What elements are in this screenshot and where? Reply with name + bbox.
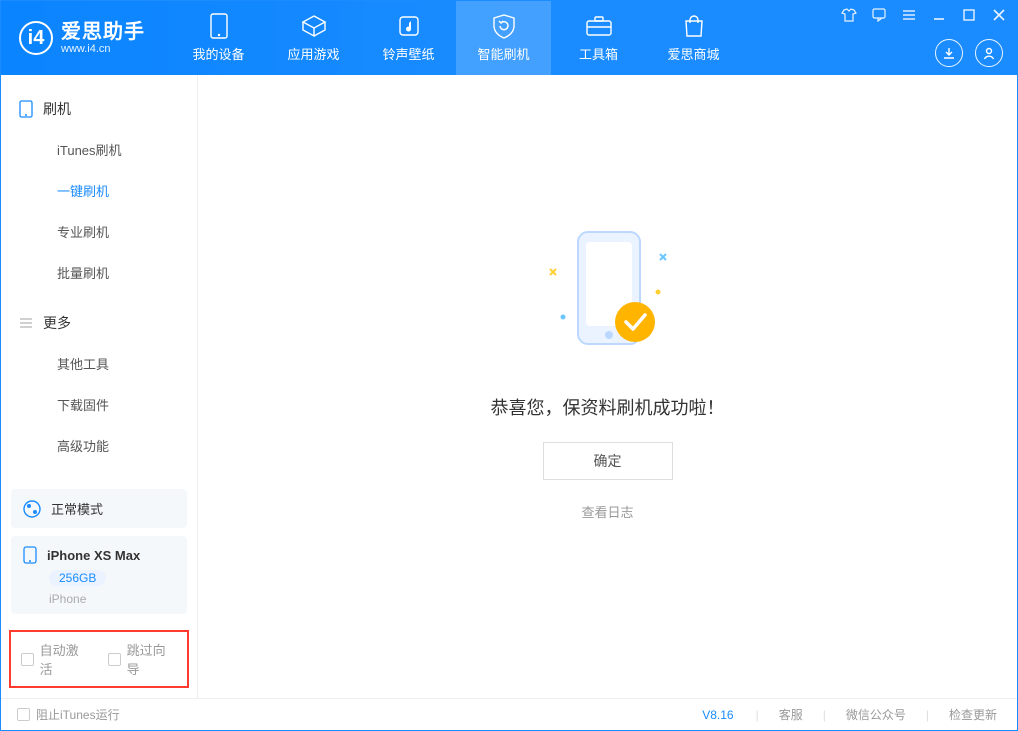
section-title: 刷机 (43, 99, 71, 119)
music-note-icon (395, 14, 423, 38)
app-window: i4 爱思助手 www.i4.cn 我的设备 应用游戏 (0, 0, 1018, 731)
tab-label: 我的设备 (192, 44, 244, 63)
tab-store[interactable]: 爱思商城 (646, 1, 741, 75)
phone-icon (205, 14, 233, 38)
user-button[interactable] (975, 39, 1003, 67)
sidebar-item-batch-flash[interactable]: 批量刷机 (1, 252, 197, 293)
tab-label: 工具箱 (579, 44, 618, 63)
maximize-icon[interactable] (961, 7, 977, 23)
tab-label: 爱思商城 (667, 44, 719, 63)
tab-apps-games[interactable]: 应用游戏 (266, 1, 361, 75)
tab-label: 应用游戏 (287, 44, 339, 63)
sidebar-section-flash[interactable]: 刷机 (1, 89, 197, 129)
sidebar-item-download-firmware[interactable]: 下载固件 (1, 384, 197, 425)
device-icon (19, 100, 33, 118)
link-check-update[interactable]: 检查更新 (945, 706, 1001, 723)
device-name: iPhone XS Max (47, 548, 140, 563)
feedback-icon[interactable] (871, 7, 887, 23)
sidebar-item-other-tools[interactable]: 其他工具 (1, 343, 197, 384)
minimize-icon[interactable] (931, 7, 947, 23)
link-support[interactable]: 客服 (775, 706, 807, 723)
ok-button[interactable]: 确定 (543, 442, 673, 480)
tab-smart-flash[interactable]: 智能刷机 (456, 1, 551, 75)
list-icon (19, 317, 33, 329)
tshirt-icon[interactable] (841, 7, 857, 23)
download-button[interactable] (935, 39, 963, 67)
mode-label: 正常模式 (51, 499, 103, 518)
device-box[interactable]: iPhone XS Max 256GB iPhone (11, 536, 187, 614)
checkbox-label: 阻止iTunes运行 (36, 706, 120, 723)
success-title: 恭喜您，保资料刷机成功啦！ (491, 394, 725, 420)
highlight-checkboxes: 自动激活 跳过向导 (9, 630, 189, 688)
checkbox-icon (108, 653, 121, 666)
shopping-bag-icon (680, 14, 708, 38)
phone-icon (23, 546, 37, 564)
sidebar-item-itunes-flash[interactable]: iTunes刷机 (1, 129, 197, 170)
close-icon[interactable] (991, 7, 1007, 23)
device-type: iPhone (49, 592, 86, 606)
mode-box[interactable]: 正常模式 (11, 489, 187, 528)
toolbox-icon (585, 14, 613, 38)
app-subtitle: www.i4.cn (61, 43, 145, 55)
view-log-link[interactable]: 查看日志 (581, 502, 633, 521)
main-panel: 恭喜您，保资料刷机成功啦！ 确定 查看日志 (198, 75, 1017, 698)
checkbox-icon (21, 653, 34, 666)
menu-icon[interactable] (901, 7, 917, 23)
checkbox-icon (17, 708, 30, 721)
cube-icon (300, 14, 328, 38)
sidebar-item-oneclick-flash[interactable]: 一键刷机 (1, 170, 197, 211)
tab-label: 智能刷机 (477, 44, 529, 63)
checkbox-auto-activate[interactable]: 自动激活 (21, 640, 90, 678)
titlebar: i4 爱思助手 www.i4.cn 我的设备 应用游戏 (1, 1, 1017, 75)
tab-toolbox[interactable]: 工具箱 (551, 1, 646, 75)
logo-text: 爱思助手 www.i4.cn (61, 21, 145, 55)
checkbox-skip-guide[interactable]: 跳过向导 (108, 640, 177, 678)
body-area: 刷机 iTunes刷机 一键刷机 专业刷机 批量刷机 更多 其他工具 下载固件 … (1, 75, 1017, 698)
statusbar: 阻止iTunes运行 V8.16 | 客服 | 微信公众号 | 检查更新 (1, 698, 1017, 730)
sidebar-section-more[interactable]: 更多 (1, 303, 197, 343)
app-title: 爱思助手 (61, 21, 145, 43)
checkbox-label: 自动激活 (40, 640, 90, 678)
tab-label: 铃声壁纸 (382, 44, 434, 63)
nav-tabs: 我的设备 应用游戏 铃声壁纸 智能刷机 (171, 1, 741, 75)
device-storage: 256GB (49, 570, 106, 586)
logo-area[interactable]: i4 爱思助手 www.i4.cn (1, 21, 171, 55)
sidebar: 刷机 iTunes刷机 一键刷机 专业刷机 批量刷机 更多 其他工具 下载固件 … (1, 75, 198, 698)
shield-refresh-icon (490, 14, 518, 38)
checkbox-block-itunes[interactable]: 阻止iTunes运行 (17, 706, 120, 723)
checkbox-label: 跳过向导 (127, 640, 177, 678)
success-illustration (523, 222, 693, 372)
section-title: 更多 (43, 313, 71, 333)
sidebar-item-advanced[interactable]: 高级功能 (1, 425, 197, 466)
link-wechat[interactable]: 微信公众号 (842, 706, 910, 723)
logo-icon: i4 (19, 21, 53, 55)
mode-icon (23, 500, 41, 518)
window-controls (841, 7, 1007, 23)
sidebar-item-pro-flash[interactable]: 专业刷机 (1, 211, 197, 252)
tab-ringtones-wallpapers[interactable]: 铃声壁纸 (361, 1, 456, 75)
version-label: V8.16 (702, 708, 733, 722)
tab-my-device[interactable]: 我的设备 (171, 1, 266, 75)
header-circle-buttons (935, 39, 1003, 67)
